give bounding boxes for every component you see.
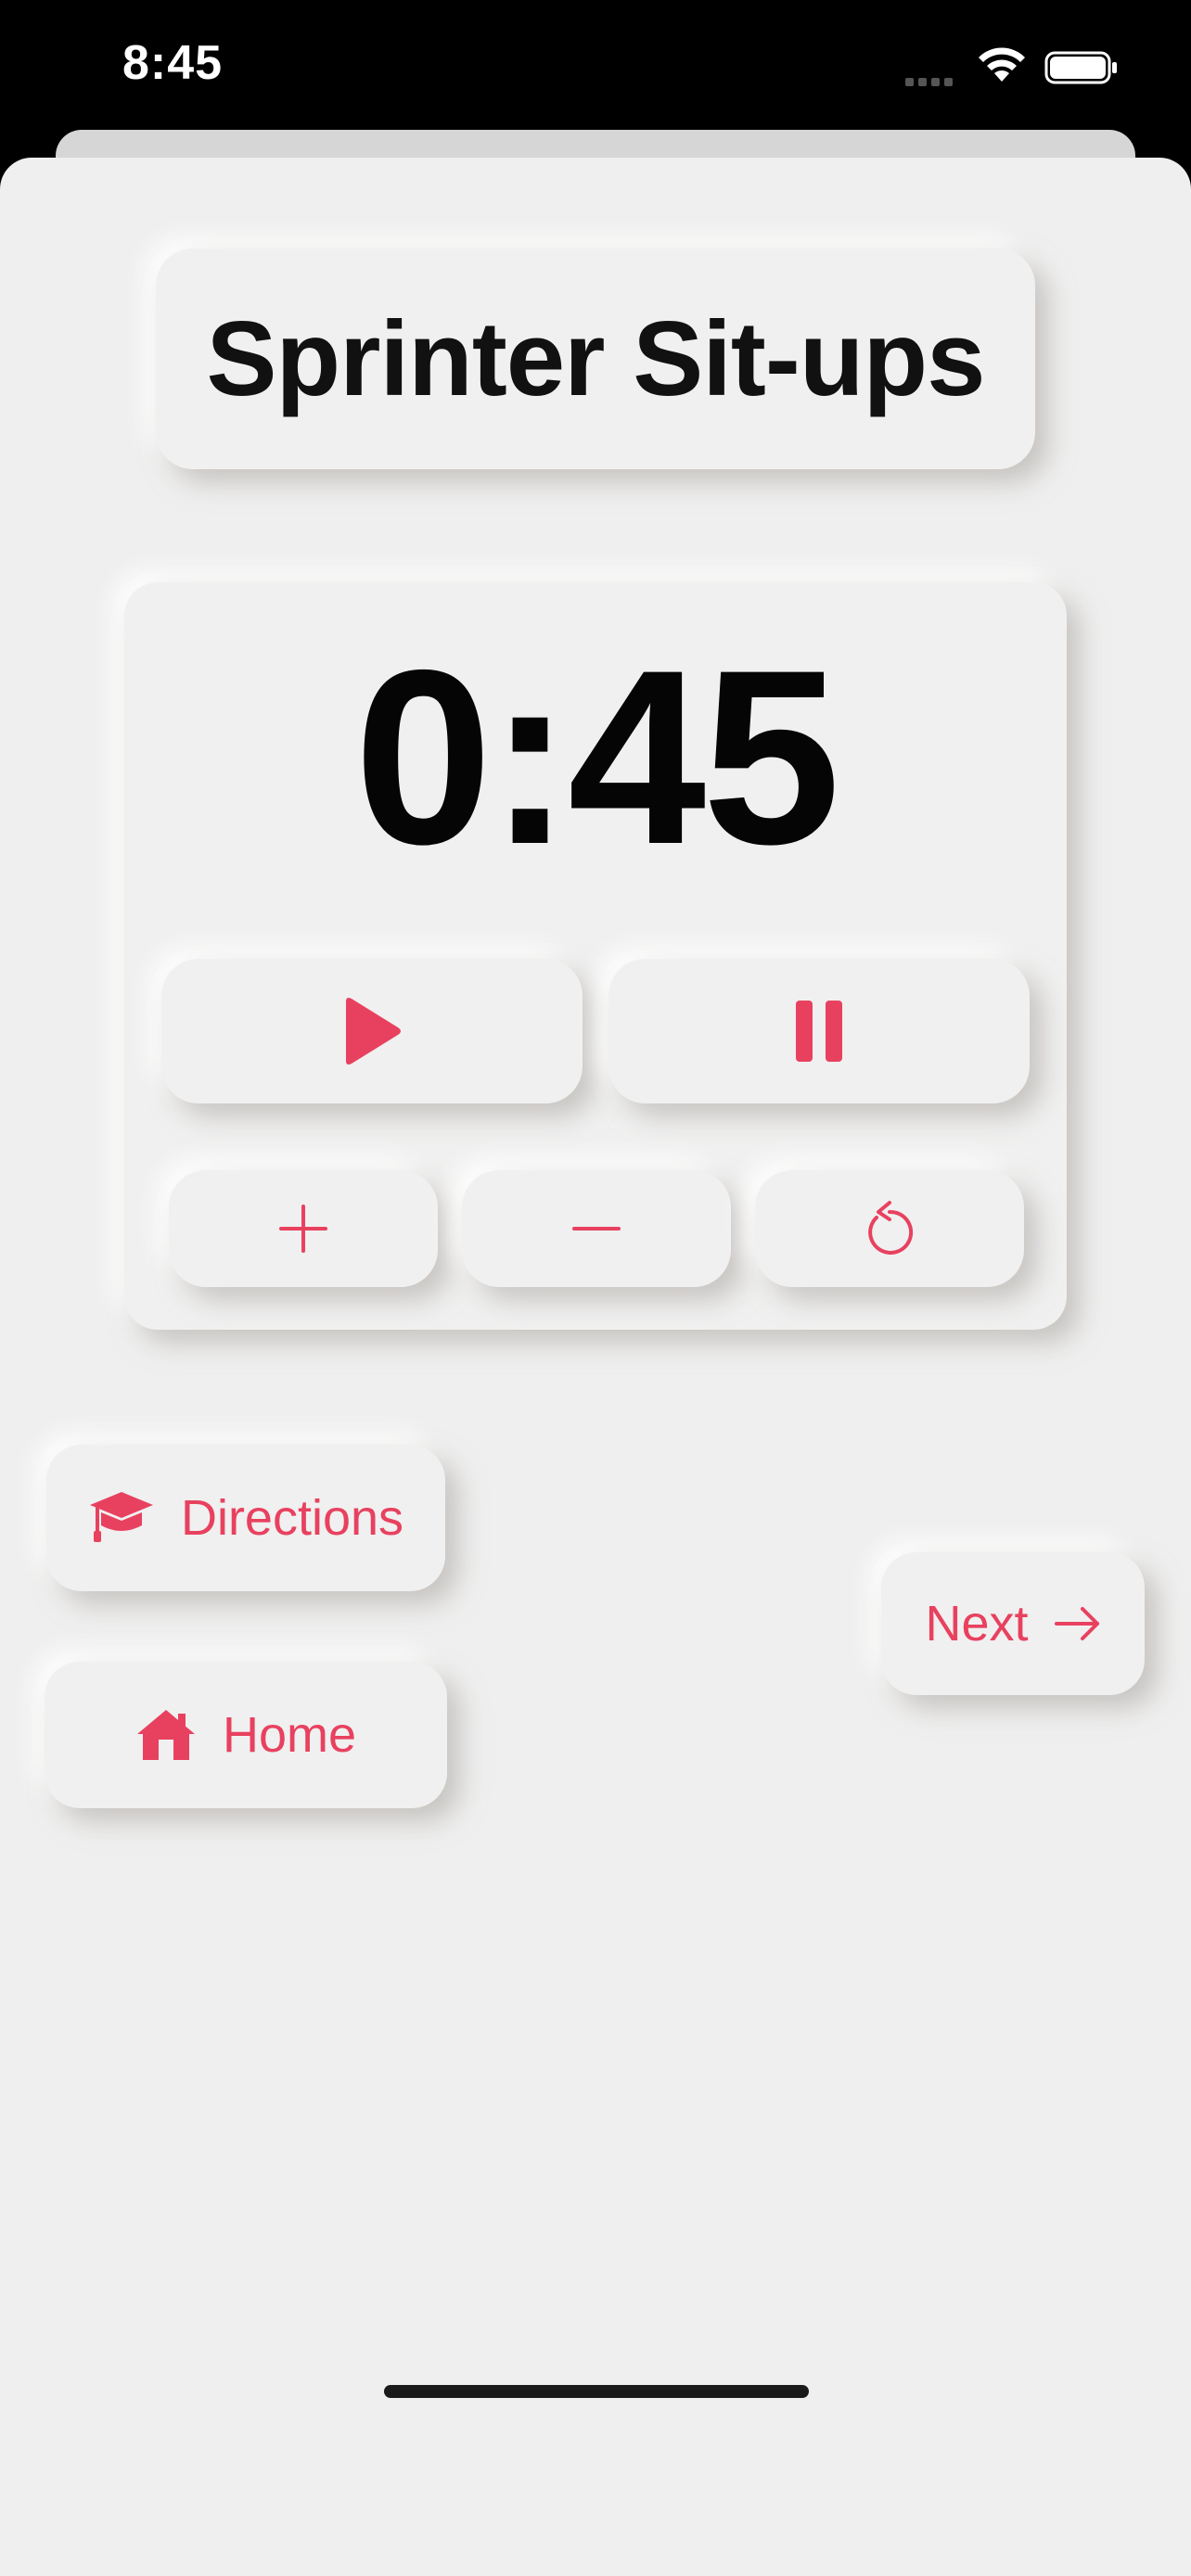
add-time-button[interactable]: [169, 1170, 438, 1287]
house-icon: [136, 1710, 195, 1760]
directions-label: Directions: [180, 1490, 404, 1546]
home-label: Home: [222, 1707, 357, 1763]
next-button[interactable]: Next: [881, 1552, 1145, 1695]
minus-icon: [572, 1227, 621, 1231]
next-label: Next: [925, 1596, 1029, 1651]
exercise-title: Sprinter Sit-ups: [206, 300, 985, 418]
home-indicator[interactable]: [384, 2385, 809, 2398]
battery-icon: [1044, 51, 1117, 84]
play-button[interactable]: [161, 959, 583, 1103]
signal-icon: [905, 74, 957, 91]
subtract-time-button[interactable]: [462, 1170, 731, 1287]
exercise-sheet: Sprinter Sit-ups 0:45 Directions Home Ne…: [0, 158, 1191, 2576]
plus-icon: [279, 1205, 327, 1253]
graduation-cap-icon: [89, 1492, 153, 1542]
status-time: 8:45: [122, 36, 224, 90]
directions-button[interactable]: Directions: [46, 1445, 445, 1591]
timer-display: 0:45: [353, 618, 840, 896]
pause-icon: [796, 1001, 842, 1062]
home-button[interactable]: Home: [45, 1662, 447, 1808]
play-icon: [346, 998, 401, 1065]
status-bar: 8:45: [0, 0, 1191, 130]
reset-button[interactable]: [755, 1170, 1024, 1287]
reset-icon: [868, 1201, 914, 1255]
arrow-right-icon: [1054, 1607, 1099, 1640]
title-card: Sprinter Sit-ups: [156, 249, 1035, 469]
wifi-icon: [979, 47, 1025, 82]
pause-button[interactable]: [608, 959, 1030, 1103]
